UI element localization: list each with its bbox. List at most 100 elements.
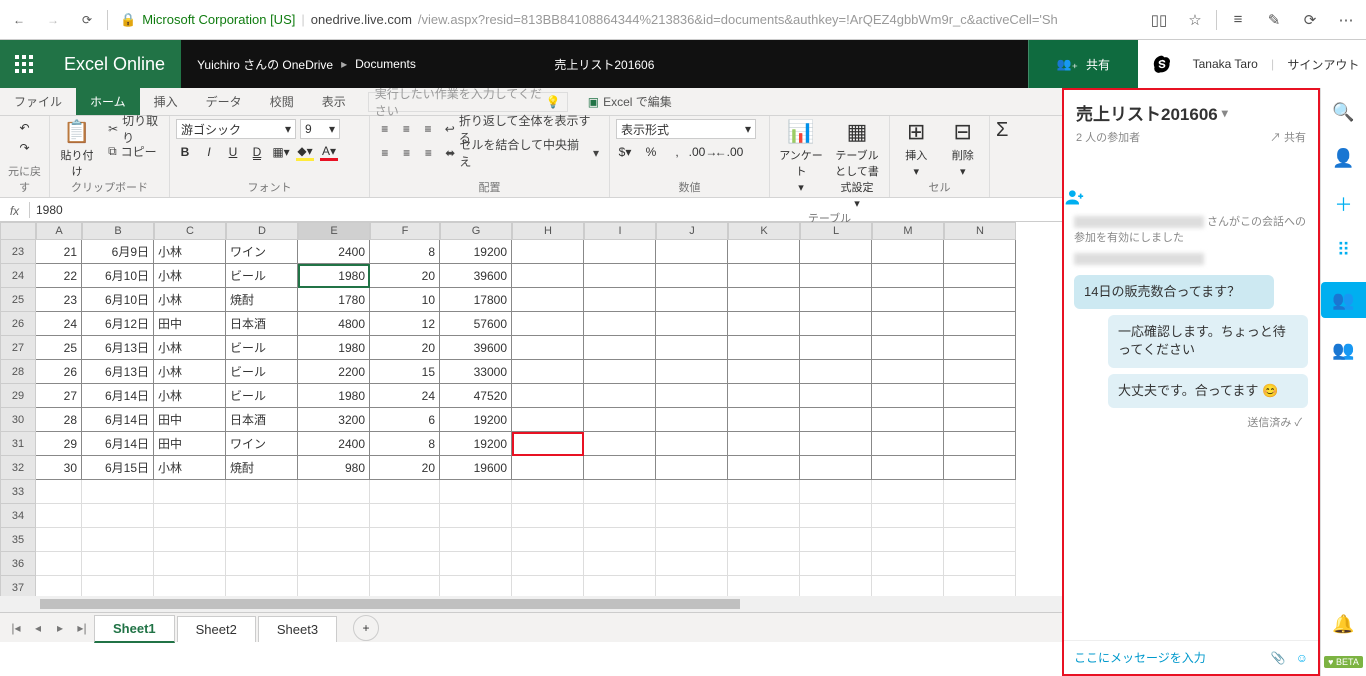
- merge-center-button[interactable]: ⬌セルを結合して中央揃え▾: [441, 143, 603, 163]
- hscroll-thumb[interactable]: [40, 599, 740, 609]
- cell[interactable]: 21: [36, 240, 82, 264]
- cell[interactable]: [584, 288, 656, 312]
- cell[interactable]: 4800: [298, 312, 370, 336]
- rail-chat-active-icon[interactable]: 👥: [1321, 282, 1366, 318]
- cell[interactable]: [728, 288, 800, 312]
- reading-view-icon[interactable]: ▯▯: [1144, 11, 1174, 29]
- cell[interactable]: 6月10日: [82, 288, 154, 312]
- col-header-D[interactable]: D: [226, 222, 298, 240]
- border-button[interactable]: ▦▾: [272, 143, 290, 161]
- back-button[interactable]: ←: [5, 6, 33, 34]
- copy-button[interactable]: ⧉コピー: [104, 141, 163, 161]
- cell[interactable]: 23: [36, 288, 82, 312]
- cell[interactable]: ビール: [226, 360, 298, 384]
- cell[interactable]: [800, 552, 872, 576]
- row-header[interactable]: 32: [0, 456, 36, 480]
- tab-home[interactable]: ホーム: [76, 88, 140, 115]
- cell[interactable]: [298, 528, 370, 552]
- col-header-I[interactable]: I: [584, 222, 656, 240]
- cell[interactable]: [512, 360, 584, 384]
- align-center-button[interactable]: ≡: [398, 144, 416, 162]
- cell[interactable]: [944, 576, 1016, 596]
- tab-review[interactable]: 校閲: [256, 88, 308, 115]
- cell[interactable]: [584, 576, 656, 596]
- cell[interactable]: [512, 264, 584, 288]
- row-header[interactable]: 29: [0, 384, 36, 408]
- font-name-select[interactable]: 游ゴシック▾: [176, 119, 296, 139]
- cell[interactable]: [512, 432, 584, 456]
- col-header-N[interactable]: N: [944, 222, 1016, 240]
- font-color-button[interactable]: A▾: [320, 143, 338, 161]
- cell[interactable]: [656, 240, 728, 264]
- chevron-down-icon[interactable]: ▾: [1222, 106, 1228, 120]
- cell[interactable]: [440, 576, 512, 596]
- cell[interactable]: [226, 504, 298, 528]
- cell[interactable]: [944, 240, 1016, 264]
- cell[interactable]: 19200: [440, 240, 512, 264]
- cell[interactable]: [656, 288, 728, 312]
- font-size-select[interactable]: 9▾: [300, 119, 340, 139]
- cell[interactable]: [656, 456, 728, 480]
- fill-color-button[interactable]: ◆▾: [296, 143, 314, 161]
- col-header-F[interactable]: F: [370, 222, 440, 240]
- cell[interactable]: [728, 432, 800, 456]
- forward-button[interactable]: →: [39, 6, 67, 34]
- tab-view[interactable]: 表示: [308, 88, 360, 115]
- cell[interactable]: [584, 552, 656, 576]
- cell[interactable]: [872, 288, 944, 312]
- cell[interactable]: 57600: [440, 312, 512, 336]
- cell[interactable]: 焼酎: [226, 456, 298, 480]
- align-left-button[interactable]: ≡: [376, 144, 394, 162]
- cell[interactable]: 17800: [440, 288, 512, 312]
- cell[interactable]: [728, 312, 800, 336]
- cell[interactable]: [584, 360, 656, 384]
- share-button[interactable]: 👥₊ 共有: [1028, 40, 1138, 88]
- cell[interactable]: [800, 432, 872, 456]
- cell[interactable]: [226, 528, 298, 552]
- cell[interactable]: 39600: [440, 336, 512, 360]
- cell[interactable]: [656, 408, 728, 432]
- cell[interactable]: 小林: [154, 288, 226, 312]
- cell[interactable]: [584, 312, 656, 336]
- cell[interactable]: [656, 528, 728, 552]
- cut-button[interactable]: ✂切り取り: [104, 119, 163, 139]
- italic-button[interactable]: I: [200, 143, 218, 161]
- cell[interactable]: 田中: [154, 408, 226, 432]
- cell[interactable]: [584, 432, 656, 456]
- cell[interactable]: [36, 528, 82, 552]
- rail-contacts-icon[interactable]: 👤: [1330, 144, 1358, 172]
- cell[interactable]: [872, 408, 944, 432]
- cell[interactable]: [872, 552, 944, 576]
- cell[interactable]: [728, 504, 800, 528]
- cell[interactable]: [584, 240, 656, 264]
- cell[interactable]: 6月15日: [82, 456, 154, 480]
- open-in-excel[interactable]: ▣ Excel で編集: [588, 88, 672, 115]
- delete-cells-button[interactable]: ⊟削除▾: [943, 119, 984, 178]
- cell[interactable]: 小林: [154, 264, 226, 288]
- tell-me-search[interactable]: 実行したい作業を入力してください 💡: [368, 92, 568, 112]
- cell[interactable]: [154, 528, 226, 552]
- cell[interactable]: 980: [298, 456, 370, 480]
- cell[interactable]: [944, 552, 1016, 576]
- sheet-nav-next[interactable]: ▸: [50, 621, 70, 635]
- cell[interactable]: 28: [36, 408, 82, 432]
- cell[interactable]: 22: [36, 264, 82, 288]
- cell[interactable]: 6月14日: [82, 384, 154, 408]
- row-header[interactable]: 30: [0, 408, 36, 432]
- cell[interactable]: [944, 504, 1016, 528]
- cell[interactable]: [370, 552, 440, 576]
- cell[interactable]: 2400: [298, 432, 370, 456]
- cell[interactable]: [800, 360, 872, 384]
- cell[interactable]: [656, 264, 728, 288]
- percent-button[interactable]: %: [642, 143, 660, 161]
- cell[interactable]: 15: [370, 360, 440, 384]
- cell[interactable]: [872, 360, 944, 384]
- cell[interactable]: 6月13日: [82, 360, 154, 384]
- col-header-A[interactable]: A: [36, 222, 82, 240]
- signout-link[interactable]: サインアウト: [1287, 56, 1359, 73]
- cell[interactable]: 1780: [298, 288, 370, 312]
- cell[interactable]: 1980: [298, 264, 370, 288]
- cell[interactable]: [512, 408, 584, 432]
- cell[interactable]: 12: [370, 312, 440, 336]
- cell[interactable]: [512, 384, 584, 408]
